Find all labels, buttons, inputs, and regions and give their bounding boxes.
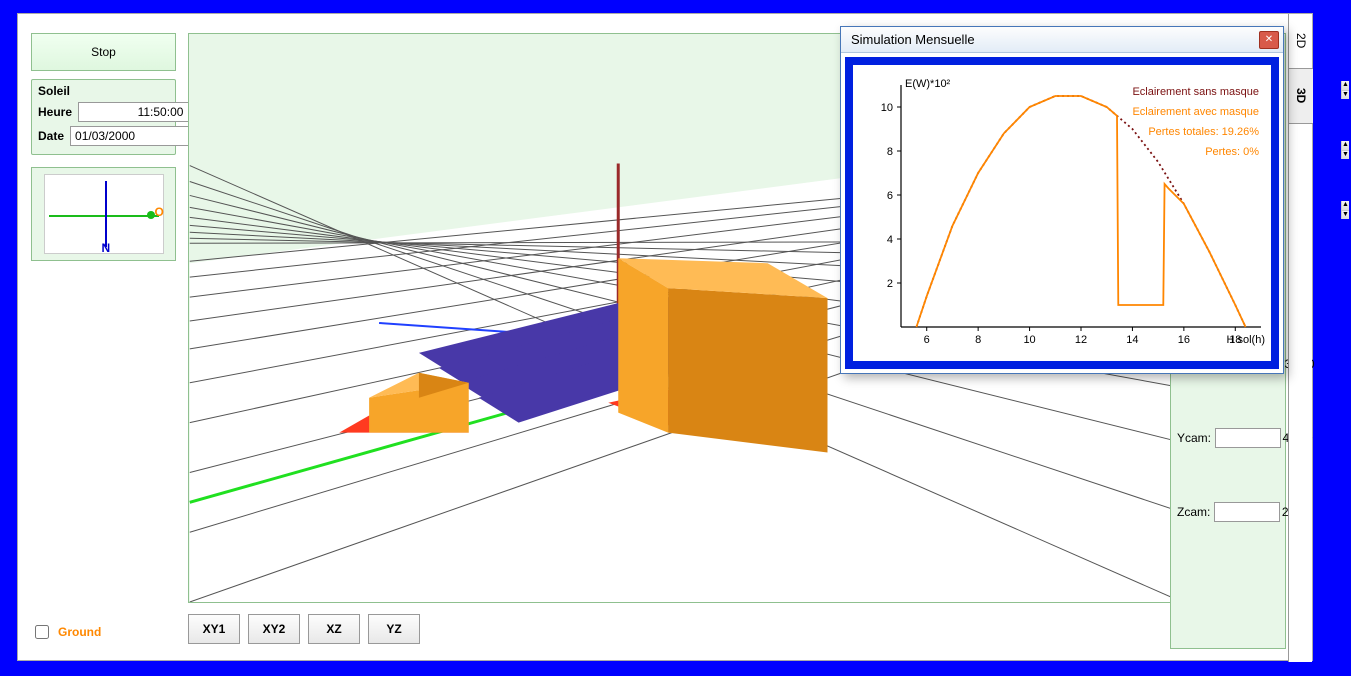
close-icon[interactable]: ✕ — [1259, 31, 1279, 49]
svg-text:6: 6 — [924, 334, 930, 346]
simulation-dialog[interactable]: Simulation Mensuelle ✕ 24681068101214161… — [840, 26, 1284, 374]
svg-text:Eclairement avec masque: Eclairement avec masque — [1132, 106, 1259, 118]
view-yz-button[interactable]: YZ — [368, 614, 420, 644]
compass-n-label: N — [102, 241, 111, 255]
svg-text:10: 10 — [1023, 334, 1035, 346]
svg-text:16: 16 — [1178, 334, 1190, 346]
chart: 246810681012141618E(W)*10²H sol(h)Eclair… — [861, 73, 1271, 353]
compass: O N — [44, 174, 164, 254]
down-icon[interactable]: ▼ — [1342, 151, 1349, 160]
svg-text:6: 6 — [887, 190, 893, 202]
ground-checkbox-input[interactable] — [35, 625, 49, 639]
compass-sun-dot — [147, 211, 155, 219]
zcam-field[interactable] — [1215, 503, 1351, 521]
zcam-input[interactable]: ▲▼ — [1214, 502, 1280, 522]
ground-label: Ground — [58, 625, 101, 639]
svg-text:8: 8 — [975, 334, 981, 346]
view-xz-button[interactable]: XZ — [308, 614, 360, 644]
up-icon[interactable]: ▲ — [1342, 201, 1349, 211]
dialog-body: 246810681012141618E(W)*10²H sol(h)Eclair… — [845, 57, 1279, 369]
svg-text:Eclairement sans masque: Eclairement sans masque — [1132, 86, 1259, 98]
view-buttons: XY1 XY2 XZ YZ — [188, 614, 420, 644]
ycam-input[interactable]: ▲▼ — [1215, 428, 1281, 448]
right-tabs: 2D 3D — [1288, 14, 1312, 662]
down-icon[interactable]: ▼ — [1342, 91, 1349, 100]
zcam-label: Zcam: — [1177, 505, 1210, 519]
svg-text:10: 10 — [881, 102, 893, 114]
dialog-title: Simulation Mensuelle — [851, 32, 1259, 47]
svg-text:Pertes: 0%: Pertes: 0% — [1205, 146, 1259, 158]
up-icon[interactable]: ▲ — [1342, 81, 1349, 91]
soleil-title: Soleil — [38, 84, 169, 98]
compass-hline — [49, 215, 159, 217]
view-xy1-button[interactable]: XY1 — [188, 614, 240, 644]
svg-text:4: 4 — [887, 234, 893, 246]
heure-label: Heure — [38, 105, 72, 119]
down-icon[interactable]: ▼ — [1342, 211, 1349, 220]
svg-text:2: 2 — [887, 278, 893, 290]
svg-text:Pertes totales: 19.26%: Pertes totales: 19.26% — [1148, 126, 1259, 138]
svg-text:14: 14 — [1126, 334, 1138, 346]
svg-text:12: 12 — [1075, 334, 1087, 346]
compass-panel: O N — [31, 167, 176, 261]
sidebar: Stop Soleil Heure ▲ ▼ Date ▼ — [31, 33, 176, 261]
tab-2d[interactable]: 2D — [1289, 14, 1313, 69]
svg-text:H sol(h): H sol(h) — [1226, 334, 1265, 346]
ycam-label: Ycam: — [1177, 431, 1211, 445]
dialog-titlebar[interactable]: Simulation Mensuelle ✕ — [841, 27, 1283, 53]
tab-3d[interactable]: 3D — [1289, 69, 1313, 124]
up-icon[interactable]: ▲ — [1342, 141, 1349, 151]
svg-text:8: 8 — [887, 146, 893, 158]
view-xy2-button[interactable]: XY2 — [248, 614, 300, 644]
ground-checkbox[interactable]: Ground — [31, 622, 101, 642]
compass-vline — [105, 181, 107, 247]
svg-text:E(W)*10²: E(W)*10² — [905, 78, 951, 90]
compass-o-label: O — [155, 205, 164, 219]
ycam-field[interactable] — [1216, 429, 1351, 447]
stop-button[interactable]: Stop — [31, 33, 176, 71]
soleil-panel: Soleil Heure ▲ ▼ Date ▼ — [31, 79, 176, 155]
date-label: Date — [38, 129, 64, 143]
